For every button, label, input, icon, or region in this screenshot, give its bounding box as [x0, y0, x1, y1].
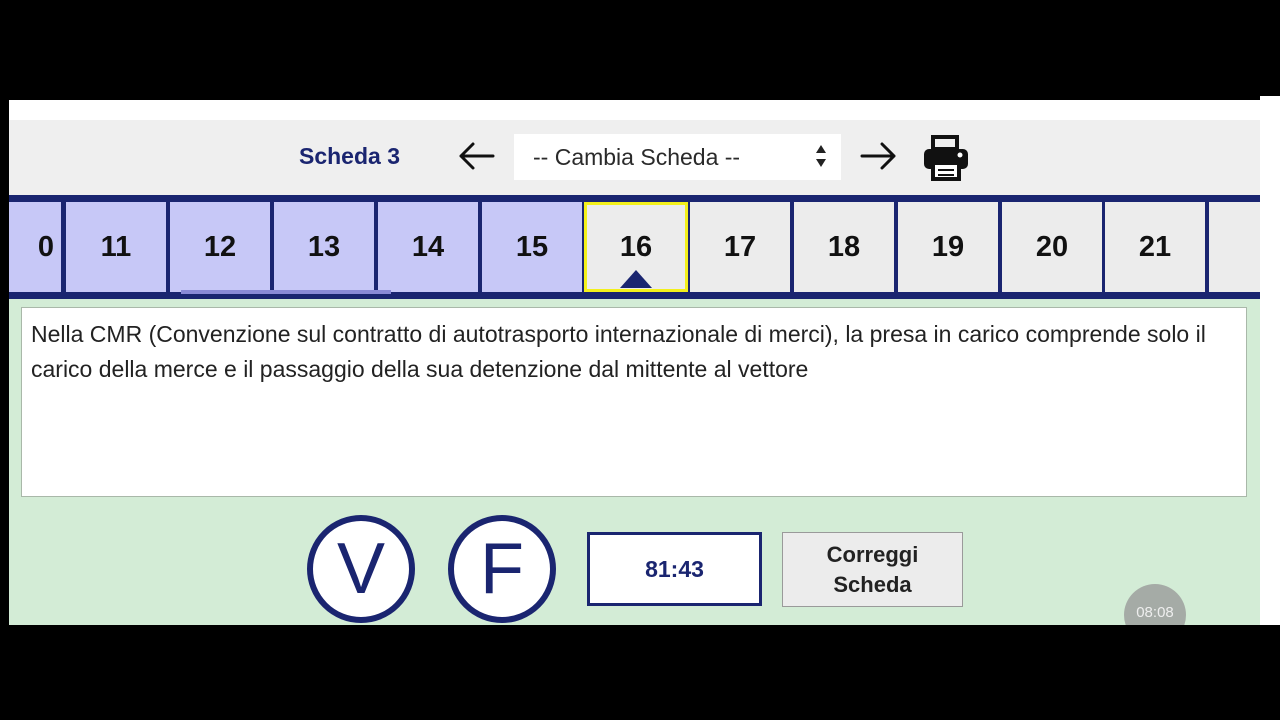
true-label: V — [336, 529, 386, 609]
timer-value: 81:43 — [645, 555, 704, 582]
overlay-clock-text: 08:08 — [1136, 604, 1174, 621]
right-edge — [1260, 96, 1280, 625]
cambia-scheda-select[interactable]: -- Cambia Scheda -- — [514, 134, 841, 180]
correggi-line1: Correggi — [826, 541, 919, 567]
arrow-right-icon — [860, 142, 896, 170]
prev-scheda-button[interactable] — [456, 136, 496, 176]
timer-display: 81:43 — [587, 532, 762, 606]
scheda-title: Scheda 3 — [299, 143, 400, 169]
correggi-scheda-button[interactable]: Correggi Scheda — [782, 532, 963, 607]
correggi-line2: Scheda — [833, 571, 912, 597]
select-value: -- Cambia Scheda -- — [533, 143, 741, 170]
tab-label: 0 — [37, 230, 55, 263]
tab-19[interactable]: 19 — [898, 202, 998, 292]
current-marker-icon — [620, 270, 652, 288]
print-button[interactable] — [921, 135, 971, 181]
tab-12[interactable]: 12 — [170, 202, 270, 292]
tab-21[interactable]: 21 — [1105, 202, 1205, 292]
question-text: Nella CMR (Convenzione sul contratto di … — [31, 321, 1206, 382]
tab-17[interactable]: 17 — [690, 202, 790, 292]
app-screen: Scheda 3 -- Cambia Scheda -- 0 11 12 13 … — [9, 100, 1260, 625]
tab-label: 17 — [723, 230, 757, 263]
tab-label: 19 — [931, 230, 965, 263]
tab-label: 11 — [100, 230, 132, 263]
false-label: F — [480, 529, 524, 609]
updown-caret-icon — [816, 145, 826, 167]
correggi-label: Correggi Scheda — [827, 540, 919, 600]
false-button[interactable]: F — [448, 515, 556, 623]
true-button[interactable]: V — [307, 515, 415, 623]
tab-label: 12 — [203, 230, 237, 263]
tab-label: 16 — [619, 230, 653, 263]
tab-0[interactable]: 0 — [9, 202, 61, 292]
question-tabs: 0 11 12 13 14 15 16 17 18 19 20 21 2 — [9, 195, 1260, 299]
printer-icon — [924, 135, 968, 181]
tab-15[interactable]: 15 — [482, 202, 582, 292]
scroll-indicator — [181, 290, 391, 294]
tab-16[interactable]: 16 — [584, 202, 688, 292]
tab-20[interactable]: 20 — [1002, 202, 1102, 292]
status-strip — [9, 100, 1260, 120]
tab-label: 21 — [1138, 230, 1172, 263]
tab-14[interactable]: 14 — [378, 202, 478, 292]
question-text-box: Nella CMR (Convenzione sul contratto di … — [21, 307, 1247, 497]
tab-label: 20 — [1035, 230, 1069, 263]
tab-11[interactable]: 11 — [66, 202, 166, 292]
overlay-clock-bubble: 08:08 — [1124, 584, 1186, 625]
tab-label: 13 — [307, 230, 341, 263]
tab-label: 14 — [411, 230, 445, 263]
tab-22[interactable]: 2 — [1209, 202, 1260, 292]
tab-13[interactable]: 13 — [274, 202, 374, 292]
tab-label: 15 — [515, 230, 549, 263]
next-scheda-button[interactable] — [859, 136, 899, 176]
tab-label: 18 — [827, 230, 861, 263]
toolbar: Scheda 3 -- Cambia Scheda -- — [9, 120, 1260, 195]
tab-18[interactable]: 18 — [794, 202, 894, 292]
arrow-left-icon — [459, 142, 495, 170]
